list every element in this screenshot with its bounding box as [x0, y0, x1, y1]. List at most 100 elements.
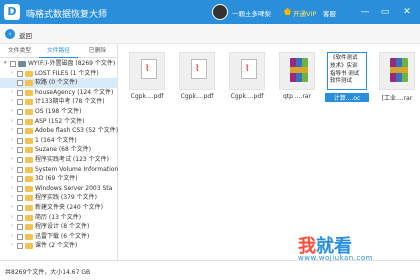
expand-icon[interactable]: › [11, 126, 13, 136]
back-icon[interactable]: ‹ [5, 29, 15, 39]
tree-item[interactable]: › 课件 (2 个文件) [0, 241, 118, 251]
preview-line: 软件测试 [330, 78, 353, 85]
expand-icon[interactable]: › [11, 107, 13, 117]
tree-checkbox[interactable] [17, 166, 23, 173]
file-name[interactable]: qtp ....rar [275, 93, 319, 100]
tree-item[interactable]: › houseAgency (124 个文件) [0, 88, 118, 98]
tree-item[interactable]: › ASP (152 个文件) [0, 117, 118, 127]
file-item[interactable]: [工业....rar [375, 52, 419, 112]
pdf-mark-icon: ⌇ [245, 64, 250, 74]
expand-icon[interactable]: › [11, 155, 13, 165]
expand-icon[interactable]: › [11, 222, 13, 232]
preview-line: 《软件测试 [330, 55, 358, 61]
tree-checkbox[interactable] [17, 157, 23, 163]
tree-item[interactable]: › System Volume Information [0, 165, 118, 175]
minimize-icon[interactable]: — [358, 5, 372, 19]
tree-checkbox[interactable] [17, 70, 23, 77]
vip-button[interactable]: 开通VIP [293, 8, 316, 18]
tree-checkbox[interactable] [10, 61, 16, 67]
file-thumbnail: ⌇ [129, 52, 165, 90]
expand-icon[interactable]: › [11, 232, 13, 242]
file-name[interactable]: 计算....oc [325, 93, 369, 102]
expand-icon[interactable]: › [11, 165, 13, 175]
tree-checkbox[interactable] [17, 176, 23, 183]
tree-item-label: LOST FILES (1 个文件) [35, 69, 99, 77]
tree-checkbox[interactable] [17, 137, 23, 144]
tree-item[interactable]: › 迅雷下载 (6 个文件) [0, 232, 118, 242]
tree-checkbox[interactable] [17, 233, 23, 240]
tree-checkbox[interactable] [17, 195, 23, 202]
watermark-url: www.wojiukan.com [298, 254, 373, 262]
nav-bar: ‹ 返回 [0, 24, 420, 44]
expand-icon[interactable]: › [11, 241, 13, 251]
folder-icon [25, 118, 33, 125]
tree-checkbox[interactable] [17, 185, 23, 192]
tree-checkbox[interactable] [17, 205, 23, 211]
tree-checkbox[interactable] [17, 214, 23, 221]
expand-icon[interactable]: › [11, 136, 13, 146]
file-item[interactable]: qtp ....rar [275, 52, 319, 112]
pdf-icon: ⌇ [241, 59, 257, 79]
username[interactable]: 一颗土多啤梨 [232, 8, 271, 18]
expand-icon[interactable]: › [11, 145, 13, 155]
tree-item[interactable]: › 3D (69 个文件) [0, 174, 118, 184]
tree-item[interactable]: › 计133期中考 (78 个文件) [0, 97, 118, 107]
tree-item[interactable]: ▾ WY(F:)-外置磁盘 (8269 个文件) [0, 59, 118, 69]
tree-item[interactable]: › 程序实践考试 (123 个文件) [0, 155, 118, 165]
tree-item[interactable]: › OS (198 个文件) [0, 107, 118, 117]
expand-icon[interactable]: › [11, 213, 13, 223]
tree-checkbox[interactable] [17, 147, 23, 154]
tab-deleted[interactable]: 已删除 [78, 44, 117, 58]
tree-checkbox[interactable] [17, 80, 23, 87]
close-icon[interactable]: ✕ [400, 5, 414, 19]
file-name[interactable]: [工业....rar [375, 93, 419, 102]
file-name[interactable]: Cgpk....pdf [225, 93, 269, 100]
app-logo: D [4, 4, 20, 20]
expand-icon[interactable]: › [11, 174, 13, 184]
tree-checkbox[interactable] [17, 109, 23, 115]
expand-icon[interactable]: › [11, 203, 13, 213]
expand-icon[interactable]: › [11, 193, 13, 203]
tree-checkbox[interactable] [17, 118, 23, 125]
tree-checkbox[interactable] [17, 243, 23, 250]
tree-item-label: 软路 (0 个文件) [35, 79, 78, 87]
expand-icon[interactable]: › [11, 117, 13, 127]
tree-item-label: 程序实践考试 (123 个文件) [35, 156, 109, 163]
file-name[interactable]: Cgpk....pdf [175, 93, 219, 100]
expand-icon[interactable]: ▾ [4, 59, 7, 69]
tree-item[interactable]: 软路 (0 个文件) [0, 78, 118, 88]
help-button[interactable]: 客服 [323, 8, 336, 18]
file-item[interactable]: 《软件测试 技术》实训 指导书 测试 软件测试 计算....oc [325, 52, 369, 112]
restore-icon[interactable]: ▭ [378, 5, 392, 19]
expand-icon[interactable]: › [11, 97, 13, 107]
tree-item[interactable]: › 新建文件夹 (240 个文件) [0, 203, 118, 213]
tree-item[interactable]: › Suzane (68 个文件) [0, 145, 118, 155]
tree-item[interactable]: › 简历 (13 个文件) [0, 213, 118, 223]
expand-icon[interactable]: › [11, 184, 13, 194]
tree-checkbox[interactable] [17, 224, 23, 231]
tree-item[interactable]: › 程序设计 (8 个文件) [0, 222, 118, 232]
expand-icon[interactable]: › [11, 88, 13, 98]
tree-checkbox[interactable] [17, 99, 23, 106]
avatar[interactable] [212, 4, 228, 20]
tree-item[interactable]: › 1 (164 个文件) [0, 136, 118, 146]
file-item[interactable]: ⌇ Cgpk....pdf [225, 52, 269, 112]
back-button[interactable]: 返回 [19, 30, 32, 40]
tree-item-label: 计133期中考 (78 个文件) [35, 98, 105, 106]
tree-item[interactable]: › Windows Server 2003 Sta [0, 184, 118, 194]
tree-checkbox[interactable] [17, 128, 23, 135]
tree-item[interactable]: › LOST FILES (1 个文件) [0, 69, 118, 79]
file-item[interactable]: ⌇ Cgpk....pdf [125, 52, 169, 112]
tree-item-label: 1 (164 个文件) [35, 136, 77, 144]
tree-item-label: 课件 (2 个文件) [35, 242, 78, 250]
tree-item[interactable]: › Adobe flash CS3 (52 个文件) [0, 126, 118, 136]
folder-icon [25, 147, 33, 154]
tab-file-path[interactable]: 文件路径 [39, 44, 78, 58]
tree-checkbox[interactable] [17, 89, 23, 96]
file-name[interactable]: Cgpk....pdf [125, 93, 169, 100]
tab-file-type[interactable]: 文件类型 [0, 44, 39, 58]
tree-item[interactable]: › 程序实践 (379 个文件) [0, 193, 118, 203]
crown-icon [284, 8, 291, 15]
file-item[interactable]: ⌇ Cgpk....pdf [175, 52, 219, 112]
expand-icon[interactable]: › [11, 69, 13, 79]
